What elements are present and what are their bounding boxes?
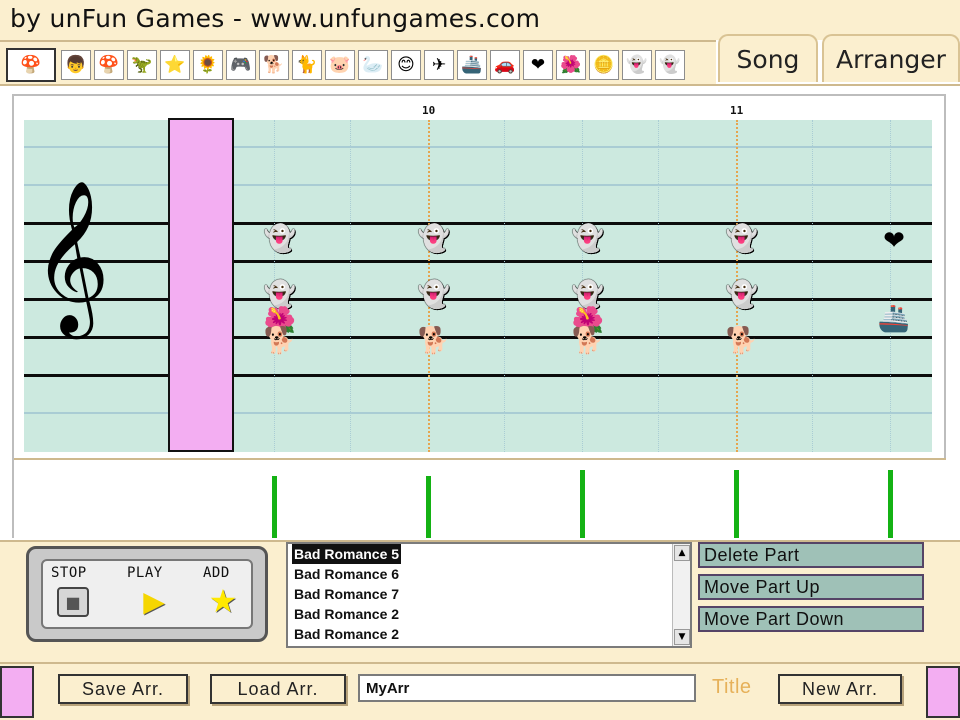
beat-line <box>812 120 813 452</box>
transport-inner: STOP PLAY ADD ■ ▶ ★ <box>41 559 253 629</box>
beat-line <box>890 120 891 452</box>
staff-line <box>24 260 932 263</box>
velocity-bar[interactable] <box>426 476 431 538</box>
tab-arranger[interactable]: Arranger <box>822 34 960 82</box>
fire-flower-icon[interactable]: 🌻 <box>193 50 223 80</box>
velocity-bar[interactable] <box>734 470 739 538</box>
right-pink-block <box>926 666 960 718</box>
ledger-line <box>24 146 932 148</box>
instrument-palette: 🍄 👦 🍄 🦖 ⭐ 🌻 🎮 🐕 🐈 🐷 🦢 😊 ✈ 🚢 🚗 ❤ 🌺 🪙 👻 👻 <box>6 48 688 82</box>
scroll-down-button[interactable]: ▼ <box>674 629 690 645</box>
gameboy-icon[interactable]: 🎮 <box>226 50 256 80</box>
boo-icon[interactable]: 👻 <box>655 50 685 80</box>
title-label: Title <box>712 676 752 698</box>
part-list-scrollbar[interactable]: ▲ ▼ <box>672 544 690 646</box>
play-icon: ▶ <box>143 584 165 618</box>
velocity-bar[interactable] <box>272 476 277 538</box>
mushroom-icon[interactable]: 🍄 <box>94 50 124 80</box>
measure-number: 11 <box>730 104 744 117</box>
staff-line <box>24 298 932 301</box>
boo-note-icon[interactable]: 👻 <box>570 222 606 256</box>
music-staff[interactable] <box>24 120 932 452</box>
boo-note-icon[interactable]: 👻 <box>724 278 760 312</box>
left-pink-block <box>0 666 34 718</box>
mario-head-icon[interactable]: 👦 <box>61 50 91 80</box>
heart-note-icon[interactable]: ❤ <box>876 224 912 258</box>
treble-clef-icon: 𝄞 <box>32 179 111 333</box>
credit-bar: by unFun Games - www.unfungames.com <box>0 0 960 40</box>
move-part-up-button[interactable]: Move Part Up <box>698 574 924 600</box>
staff-line <box>24 374 932 377</box>
staff-line <box>24 336 932 339</box>
pig-icon[interactable]: 🐷 <box>325 50 355 80</box>
play-button[interactable]: ▶ <box>139 584 169 618</box>
delete-part-button[interactable]: Delete Part <box>698 542 924 568</box>
ship-icon[interactable]: 🚢 <box>457 50 487 80</box>
heart-icon[interactable]: ❤ <box>523 50 553 80</box>
star-icon: ★ <box>208 582 238 620</box>
coin-icon[interactable]: 🪙 <box>589 50 619 80</box>
play-label: PLAY <box>127 565 163 581</box>
star-icon[interactable]: ⭐ <box>160 50 190 80</box>
ledger-line <box>24 184 932 186</box>
load-arr-button[interactable]: Load Arr. <box>210 674 346 704</box>
boo-note-icon[interactable]: 👻 <box>416 222 452 256</box>
list-item[interactable]: Bad Romance 2 <box>292 604 401 624</box>
piranha-icon[interactable]: 🌺 <box>556 50 586 80</box>
credit-text: by unFun Games - www.unfungames.com <box>10 4 541 33</box>
cat-icon[interactable]: 🐈 <box>292 50 322 80</box>
stop-icon: ■ <box>65 592 81 612</box>
move-part-down-button[interactable]: Move Part Down <box>698 606 924 632</box>
dog-icon[interactable]: 🐕 <box>259 50 289 80</box>
plane-icon[interactable]: ✈ <box>424 50 454 80</box>
dog-note-icon[interactable]: 🐕 <box>724 324 760 358</box>
swan-icon[interactable]: 🦢 <box>358 50 388 80</box>
beat-line <box>658 120 659 452</box>
velocity-bar[interactable] <box>888 470 893 538</box>
add-button[interactable]: ★ <box>205 582 241 620</box>
ship-note-icon[interactable]: 🚢 <box>876 302 912 336</box>
boo-note-icon[interactable]: 👻 <box>724 222 760 256</box>
stop-label: STOP <box>51 565 87 581</box>
beat-line <box>350 120 351 452</box>
velocity-bar[interactable] <box>580 470 585 538</box>
staff-line <box>24 222 932 225</box>
yoshi-icon[interactable]: 🦖 <box>127 50 157 80</box>
add-label: ADD <box>203 565 230 581</box>
new-arr-button[interactable]: New Arr. <box>778 674 902 704</box>
tab-song[interactable]: Song <box>718 34 818 82</box>
title-input[interactable] <box>358 674 696 702</box>
mario-icon[interactable]: 🍄 <box>6 48 56 82</box>
measure-number: 10 <box>422 104 436 117</box>
list-item[interactable]: Bad Romance 5 <box>292 544 402 564</box>
transport-panel: STOP PLAY ADD ■ ▶ ★ <box>26 546 268 642</box>
velocity-panel <box>14 458 946 538</box>
list-item[interactable]: Bad Romance 2 <box>292 624 401 644</box>
scroll-up-button[interactable]: ▲ <box>674 545 690 561</box>
save-arr-button[interactable]: Save Arr. <box>58 674 188 704</box>
dog-note-icon[interactable]: 🐕 <box>416 324 452 358</box>
face-icon[interactable]: 😊 <box>391 50 421 80</box>
shyguy-icon[interactable]: 👻 <box>622 50 652 80</box>
ledger-line <box>24 412 932 414</box>
dog-note-icon[interactable]: 🐕 <box>570 324 606 358</box>
instrument-toolbar: 🍄 👦 🍄 🦖 ⭐ 🌻 🎮 🐕 🐈 🐷 🦢 😊 ✈ 🚢 🚗 ❤ 🌺 🪙 👻 👻 <box>0 40 716 86</box>
car-icon[interactable]: 🚗 <box>490 50 520 80</box>
stop-button[interactable]: ■ <box>57 587 89 617</box>
list-item[interactable]: Bad Romance 7 <box>292 584 401 604</box>
boo-note-icon[interactable]: 👻 <box>416 278 452 312</box>
dog-note-icon[interactable]: 🐕 <box>262 324 298 358</box>
boo-note-icon[interactable]: 👻 <box>262 222 298 256</box>
part-list[interactable]: Bad Romance 5 Bad Romance 6 Bad Romance … <box>286 542 692 648</box>
beat-line <box>504 120 505 452</box>
playhead-scrollbar[interactable] <box>168 118 234 452</box>
list-item[interactable]: Bad Romance 6 <box>292 564 401 584</box>
